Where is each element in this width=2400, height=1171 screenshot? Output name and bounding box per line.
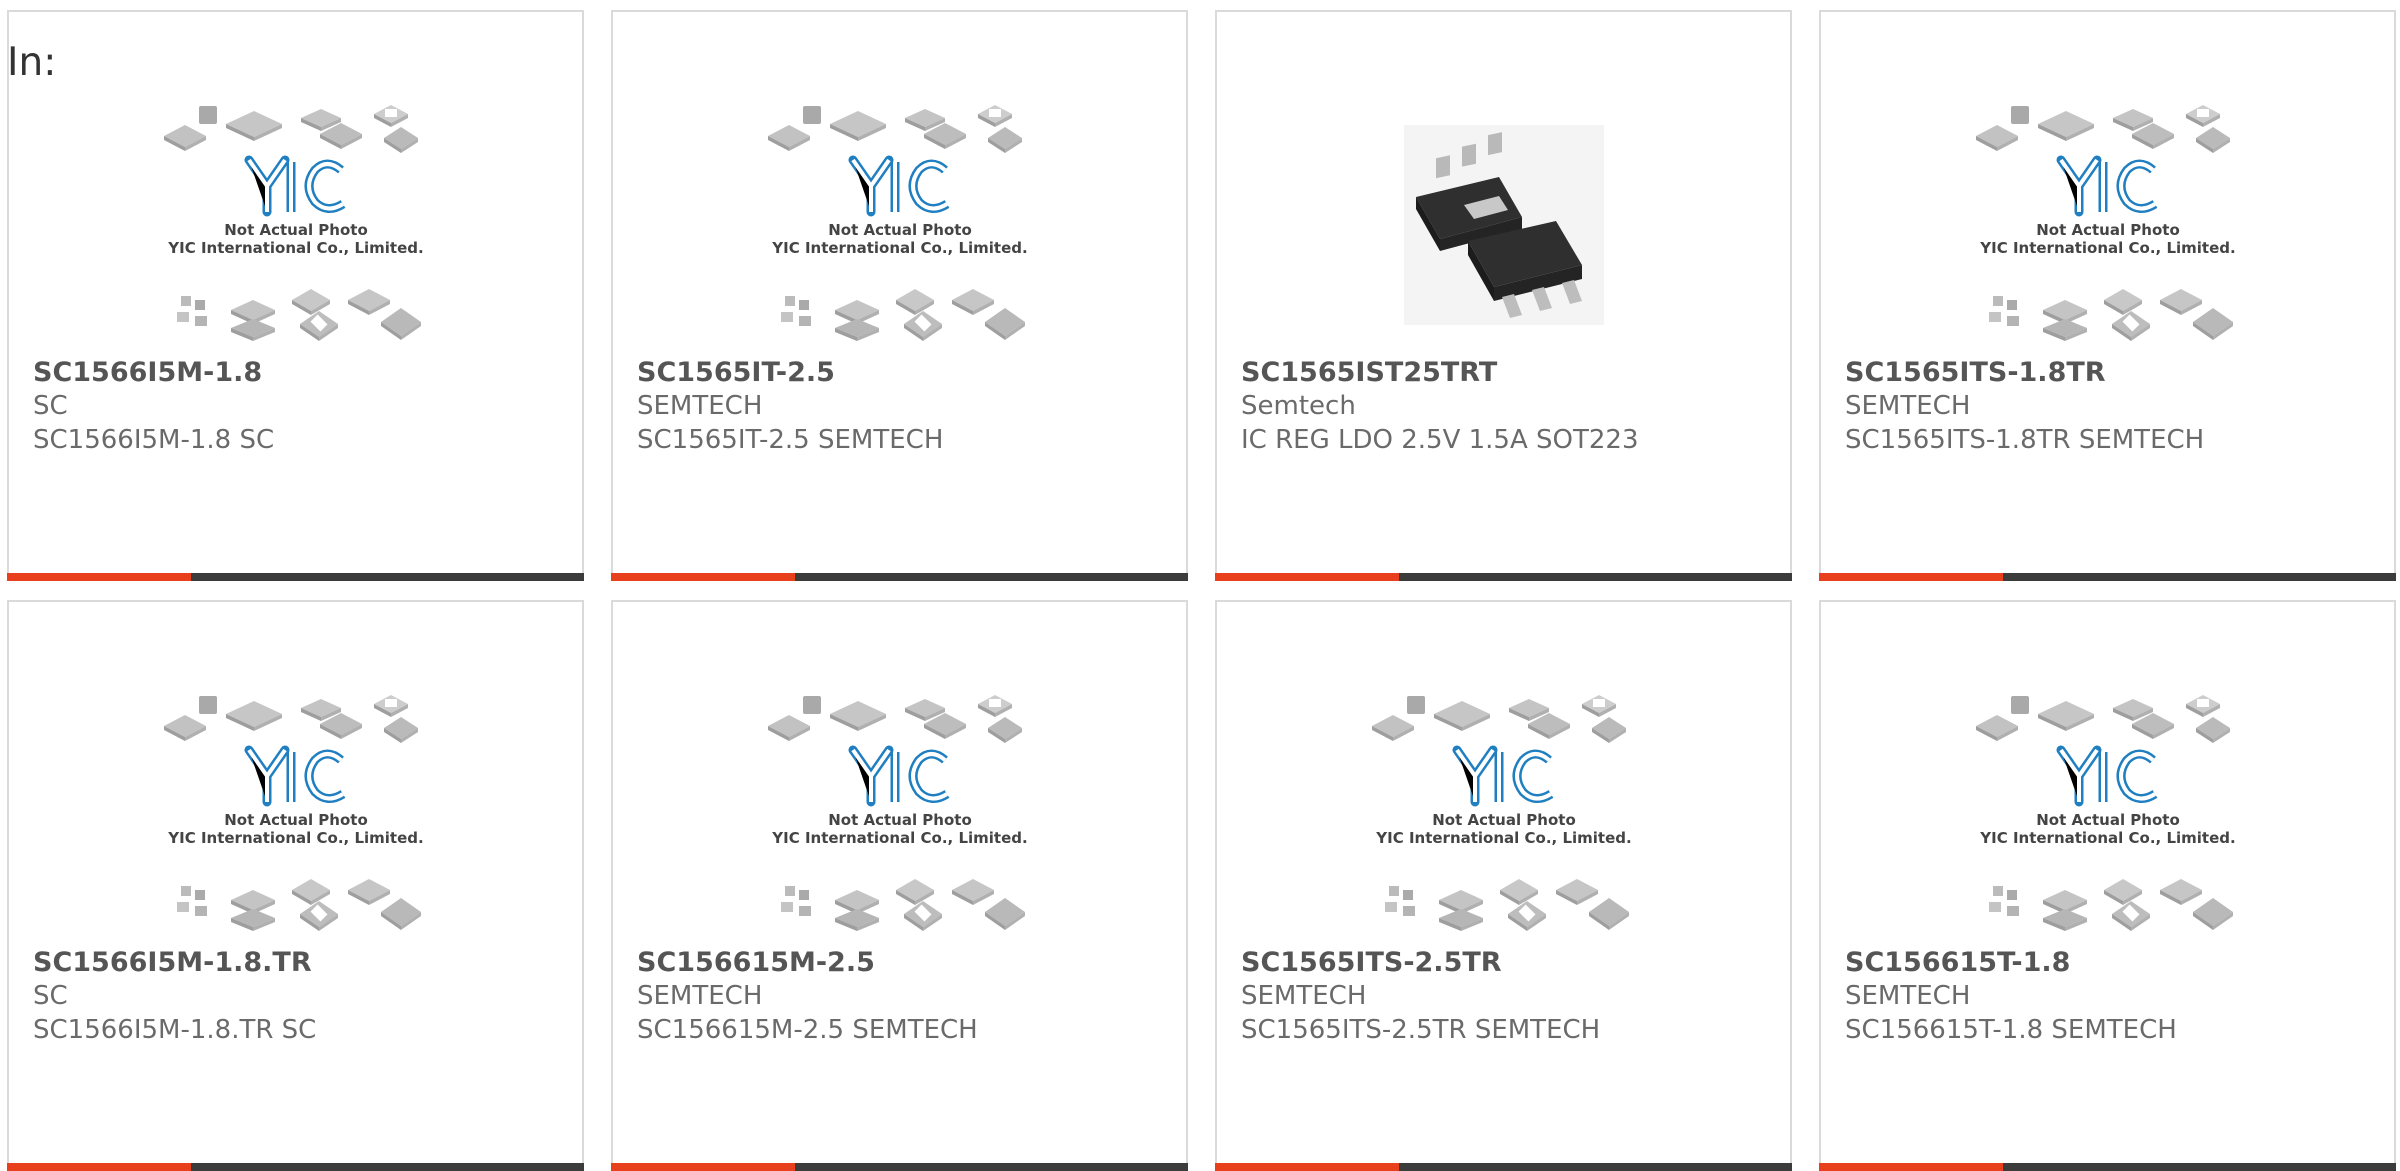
- product-card[interactable]: Not Actual Photo YIC International Co., L…: [7, 600, 584, 1171]
- manufacturer: SC: [33, 981, 68, 1011]
- manufacturer: SEMTECH: [1845, 981, 1971, 1011]
- svg-text:Not Actual Photo: Not Actual Photo: [224, 221, 368, 239]
- description: SC1565ITS-1.8TR SEMTECH: [1845, 425, 2205, 455]
- card-bottom-bar: [1215, 1163, 1792, 1171]
- not-actual-photo-placeholder: Not Actual Photo YIC International Co., L…: [1821, 687, 2394, 942]
- in-label: In:: [7, 40, 57, 85]
- card-bottom-bar: [1819, 1163, 2396, 1171]
- not-actual-photo-placeholder: Not Actual Photo YIC International Co., L…: [1217, 687, 1790, 942]
- description: SC1565ITS-2.5TR SEMTECH: [1241, 1015, 1601, 1045]
- card-bottom-bar: [7, 1163, 584, 1171]
- part-number[interactable]: SC1566I5M-1.8.TR: [33, 947, 312, 978]
- part-number[interactable]: SC156615M-2.5: [637, 947, 875, 978]
- card-bottom-bar: [611, 1163, 1188, 1171]
- manufacturer: SEMTECH: [1845, 391, 1971, 421]
- svg-text:Not Actual Photo: Not Actual Photo: [828, 221, 972, 239]
- svg-text:YIC International Co., Limited: YIC International Co., Limited.: [771, 239, 1027, 257]
- not-actual-photo-placeholder: Not Actual Photo YIC International Co., L…: [613, 687, 1186, 942]
- svg-text:YIC International Co., Limited: YIC International Co., Limited.: [167, 239, 423, 257]
- svg-text:YIC International Co., Limited: YIC International Co., Limited.: [771, 829, 1027, 847]
- part-number[interactable]: SC1565IST25TRT: [1241, 357, 1497, 388]
- description: SC1566I5M-1.8.TR SC: [33, 1015, 317, 1045]
- not-actual-photo-placeholder: Not Actual Photo YIC International Co., L…: [613, 97, 1186, 352]
- manufacturer: SC: [33, 391, 68, 421]
- description: SC156615T-1.8 SEMTECH: [1845, 1015, 2177, 1045]
- svg-text:Not Actual Photo: Not Actual Photo: [828, 811, 972, 829]
- product-card[interactable]: SC1565IST25TRT Semtech IC REG LDO 2.5V 1…: [1215, 10, 1792, 581]
- description: SC1566I5M-1.8 SC: [33, 425, 275, 455]
- description: SC1565IT-2.5 SEMTECH: [637, 425, 944, 455]
- svg-text:Not Actual Photo: Not Actual Photo: [2036, 221, 2180, 239]
- svg-text:YIC International Co., Limited: YIC International Co., Limited.: [1979, 239, 2235, 257]
- description: SC156615M-2.5 SEMTECH: [637, 1015, 978, 1045]
- manufacturer: SEMTECH: [637, 981, 763, 1011]
- svg-text:Not Actual Photo: Not Actual Photo: [1432, 811, 1576, 829]
- svg-text:Not Actual Photo: Not Actual Photo: [224, 811, 368, 829]
- svg-text:Not Actual Photo: Not Actual Photo: [2036, 811, 2180, 829]
- card-bottom-bar: [7, 573, 584, 581]
- svg-text:YIC International Co., Limited: YIC International Co., Limited.: [1979, 829, 2235, 847]
- svg-text:YIC International Co., Limited: YIC International Co., Limited.: [1375, 829, 1631, 847]
- product-card[interactable]: Not Actual Photo YIC International Co., L…: [1215, 600, 1792, 1171]
- part-number[interactable]: SC156615T-1.8: [1845, 947, 2070, 978]
- card-bottom-bar: [1819, 573, 2396, 581]
- description: IC REG LDO 2.5V 1.5A SOT223: [1241, 425, 1639, 455]
- card-bottom-bar: [1215, 573, 1792, 581]
- manufacturer: Semtech: [1241, 391, 1356, 421]
- product-card[interactable]: Not Actual Photo YIC International Co., L…: [1819, 10, 2396, 581]
- part-number[interactable]: SC1565IT-2.5: [637, 357, 835, 388]
- part-number[interactable]: SC1566I5M-1.8: [33, 357, 262, 388]
- card-bottom-bar: [611, 573, 1188, 581]
- product-card[interactable]: Not Actual Photo YIC International Co., L…: [611, 10, 1188, 581]
- not-actual-photo-placeholder: Not Actual Photo YIC International Co., L…: [9, 687, 582, 942]
- product-card[interactable]: Not Actual Photo YIC International Co., L…: [7, 10, 584, 581]
- manufacturer: SEMTECH: [1241, 981, 1367, 1011]
- product-card[interactable]: Not Actual Photo YIC International Co., L…: [611, 600, 1188, 1171]
- product-card[interactable]: Not Actual Photo YIC International Co., L…: [1819, 600, 2396, 1171]
- not-actual-photo-placeholder: Not Actual Photo YIC International Co., L…: [1821, 97, 2394, 352]
- part-number[interactable]: SC1565ITS-1.8TR: [1845, 357, 2106, 388]
- sot223-product-photo: [1217, 97, 1790, 352]
- manufacturer: SEMTECH: [637, 391, 763, 421]
- not-actual-photo-placeholder: Not Actual Photo YIC International Co., L…: [9, 97, 582, 352]
- product-grid: Not Actual Photo YIC International Co., L…: [0, 0, 2400, 1171]
- svg-text:YIC International Co., Limited: YIC International Co., Limited.: [167, 829, 423, 847]
- part-number[interactable]: SC1565ITS-2.5TR: [1241, 947, 1502, 978]
